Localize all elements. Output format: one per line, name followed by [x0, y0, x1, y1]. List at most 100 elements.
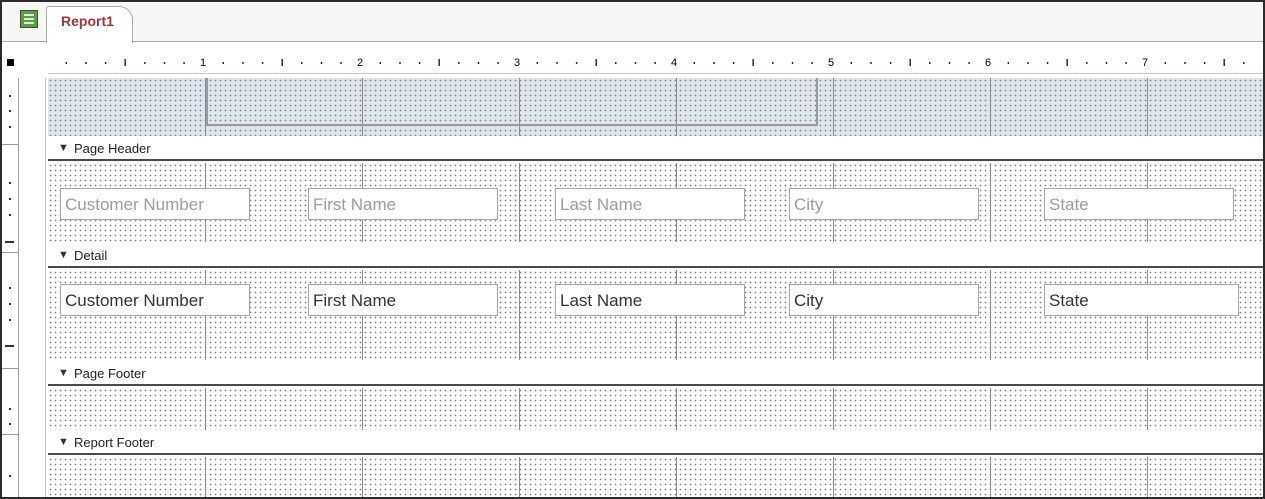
- tab-label: Report1: [61, 13, 114, 29]
- ruler-tick: [791, 62, 794, 64]
- state-label[interactable]: State: [1044, 188, 1234, 220]
- ruler-tick: [242, 62, 244, 64]
- ruler-tick: [9, 110, 11, 112]
- ruler-tick: [379, 62, 381, 64]
- page-footer-band[interactable]: [48, 388, 1263, 430]
- page-header-band[interactable]: Customer Number First Name Last Name Cit…: [48, 163, 1263, 242]
- ruler-number-4: 4: [671, 57, 677, 69]
- ruler-tick: [9, 423, 11, 425]
- ruler-tick: [1223, 59, 1225, 66]
- ruler-tick: [1184, 62, 1186, 64]
- ruler-tick: [1066, 59, 1068, 66]
- ruler-tick: [261, 62, 264, 64]
- ruler-tick: [1007, 62, 1009, 64]
- ruler-separator: [2, 434, 19, 435]
- ruler-tick: [1243, 62, 1245, 64]
- ruler-tick: [65, 62, 67, 64]
- last-name-textbox[interactable]: Last Name: [555, 284, 745, 316]
- ruler-number-2: 2: [357, 57, 363, 69]
- ruler-tick: [9, 319, 11, 321]
- ruler-tick: [693, 62, 695, 64]
- page-header-section-bar[interactable]: ▼ Page Header: [48, 137, 1263, 161]
- ruler-separator: [2, 368, 19, 369]
- ruler-tick: [1125, 62, 1127, 64]
- ruler-inch-mark: [5, 345, 14, 347]
- ruler-tick: [399, 62, 401, 64]
- field-text: Customer Number: [65, 291, 204, 310]
- ruler-tick: [870, 62, 872, 64]
- report-design-window: Report1 1 2 3 4 5 6 7 ▼ Page Header Cust…: [0, 0, 1265, 499]
- report-header-band[interactable]: [48, 78, 1263, 136]
- ruler-tick: [144, 62, 146, 64]
- last-name-label[interactable]: Last Name: [555, 188, 745, 220]
- ruler-tick: [536, 62, 538, 64]
- customer-number-label[interactable]: Customer Number: [60, 188, 250, 220]
- ruler-tick: [104, 62, 107, 64]
- ruler-tick: [9, 182, 11, 184]
- ruler-tick: [9, 287, 11, 289]
- ruler-tick: [929, 62, 931, 64]
- tab-report1[interactable]: Report1: [46, 6, 133, 43]
- label-text: Last Name: [560, 195, 643, 214]
- ruler-tick: [850, 62, 852, 64]
- ruler-tick: [163, 62, 166, 64]
- field-text: Last Name: [560, 291, 643, 310]
- ruler-tick: [281, 59, 283, 66]
- ruler-tick: [418, 62, 421, 64]
- first-name-label[interactable]: First Name: [308, 188, 498, 220]
- page-footer-section-bar[interactable]: ▼ Page Footer: [48, 362, 1263, 386]
- label-text: City: [794, 195, 824, 214]
- ruler-inch-mark: [5, 241, 14, 243]
- ruler-number-7: 7: [1142, 57, 1148, 69]
- ruler-tick: [595, 59, 597, 66]
- ruler-tick: [575, 62, 578, 64]
- ruler-tick: [124, 59, 126, 66]
- ruler-tick: [615, 62, 617, 64]
- ruler-tick: [1164, 62, 1166, 64]
- ruler-tick: [477, 62, 480, 64]
- ruler-separator: [2, 144, 19, 145]
- label-text: Customer Number: [65, 195, 204, 214]
- ruler-tick: [222, 62, 224, 64]
- ruler-tick: [9, 303, 11, 305]
- report-title-frame[interactable]: [206, 78, 818, 126]
- ruler-tick: [458, 62, 460, 64]
- ruler-tick: [183, 62, 185, 64]
- report-selector-button[interactable]: [2, 52, 18, 74]
- ruler-number-1: 1: [200, 57, 206, 69]
- ruler-tick: [1027, 62, 1029, 64]
- state-textbox[interactable]: State: [1044, 284, 1239, 316]
- city-textbox[interactable]: City: [789, 284, 979, 316]
- ruler-tick: [732, 62, 735, 64]
- ruler-tick: [9, 475, 11, 477]
- report-icon: [20, 10, 38, 28]
- label-text: State: [1049, 195, 1089, 214]
- ruler-tick: [556, 62, 558, 64]
- ruler-tick: [772, 62, 774, 64]
- ruler-tick: [909, 59, 911, 66]
- ruler-tick: [85, 62, 87, 64]
- ruler-tick: [752, 59, 754, 66]
- detail-band[interactable]: Customer Number First Name Last Name Cit…: [48, 270, 1263, 360]
- ruler-tick: [9, 95, 11, 97]
- section-selector-column: [20, 78, 46, 497]
- ruler-tick: [9, 198, 11, 200]
- ruler-tick: [811, 62, 813, 64]
- customer-number-textbox[interactable]: Customer Number: [60, 284, 250, 316]
- report-footer-band[interactable]: [48, 457, 1263, 497]
- ruler-tick: [9, 126, 11, 128]
- ruler-tick: [301, 62, 303, 64]
- section-arrow-icon: ▼: [58, 436, 69, 448]
- ruler-separator: [2, 252, 19, 253]
- ruler-tick: [654, 62, 656, 64]
- field-text: First Name: [313, 291, 397, 310]
- detail-section-bar[interactable]: ▼ Detail: [48, 244, 1263, 268]
- ruler-tick: [948, 62, 951, 64]
- vertical-ruler: [2, 78, 19, 497]
- city-label[interactable]: City: [789, 188, 979, 220]
- ruler-tick: [968, 62, 970, 64]
- report-footer-section-bar[interactable]: ▼ Report Footer: [48, 431, 1263, 455]
- ruler-number-5: 5: [828, 57, 834, 69]
- first-name-textbox[interactable]: First Name: [308, 284, 498, 316]
- ruler-tick: [1086, 62, 1088, 64]
